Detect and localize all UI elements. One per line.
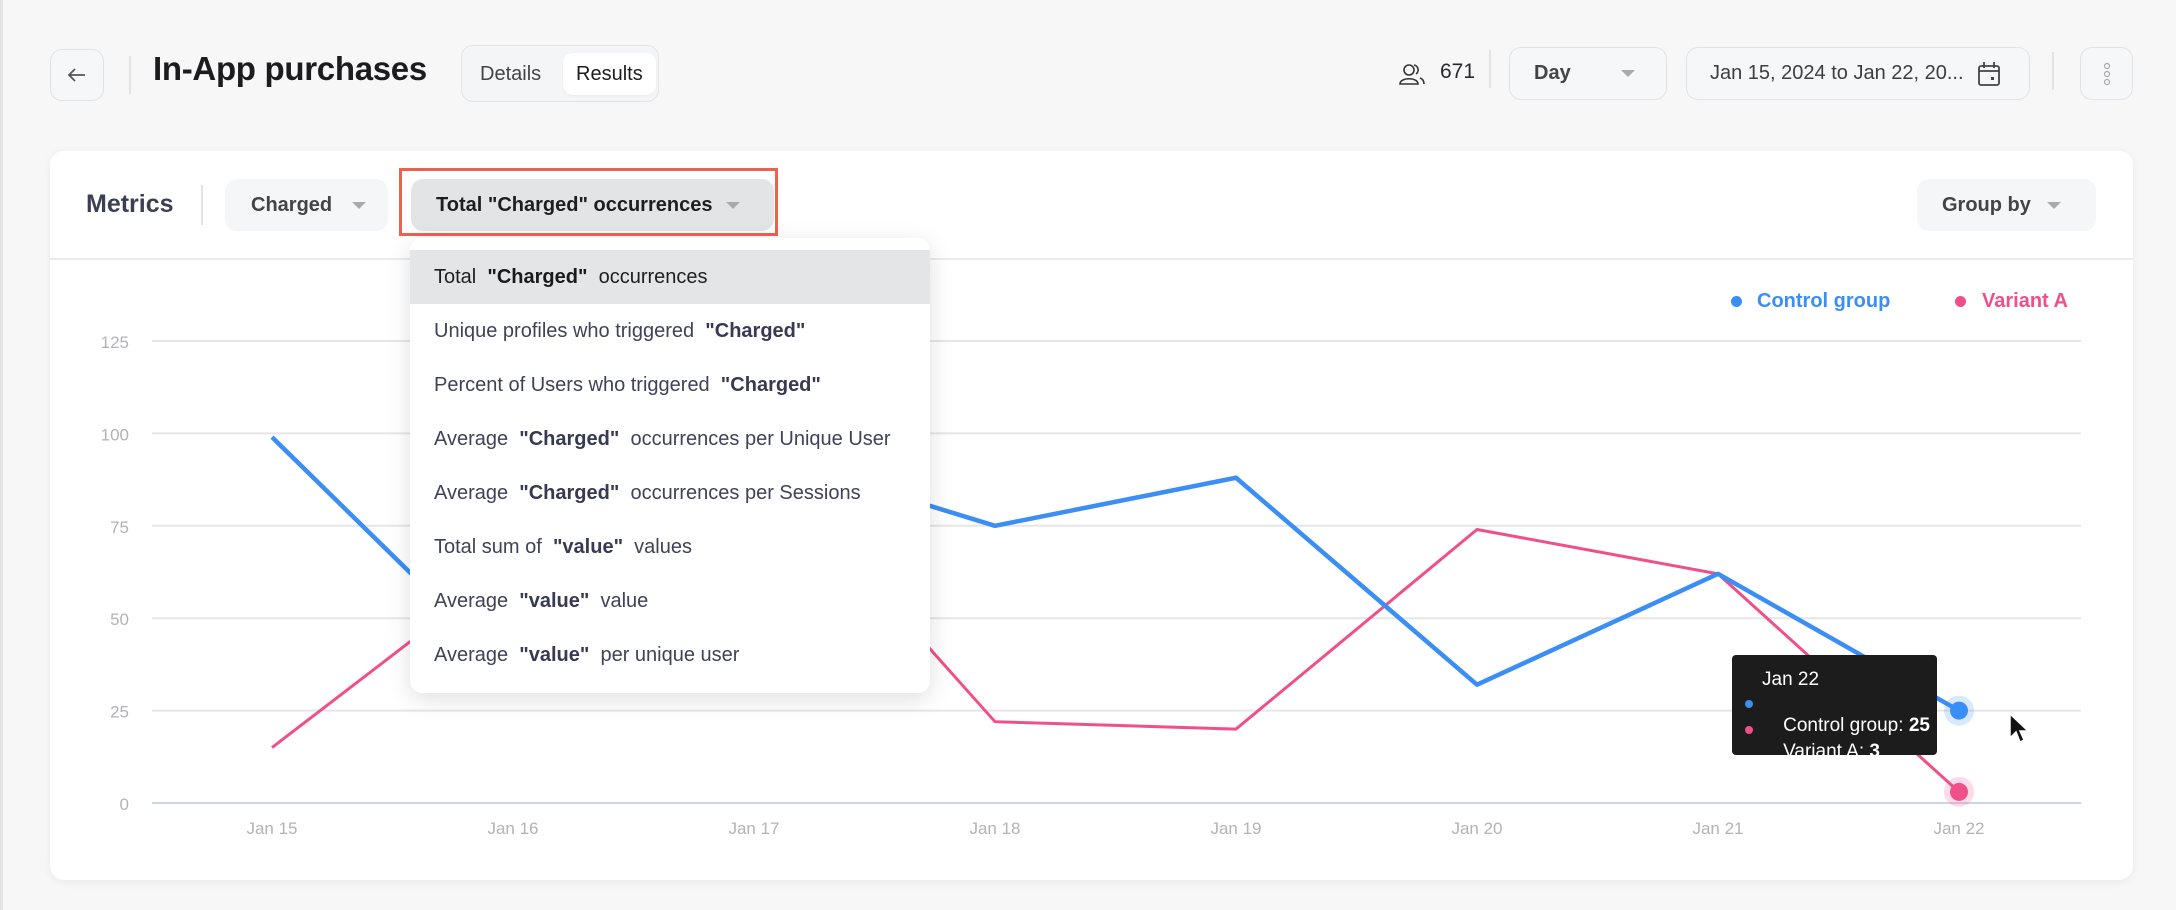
menu-item-text: Total xyxy=(434,266,488,288)
menu-item[interactable]: Total "Charged" occurrences xyxy=(410,250,930,304)
menu-item[interactable]: Average "value" value xyxy=(410,574,930,628)
menu-item-text: occurrences xyxy=(587,266,708,288)
menu-item-text: Percent of Users who triggered xyxy=(434,374,721,396)
x-tick-label: Jan 17 xyxy=(728,819,779,838)
menu-item-keyword: "Charged" xyxy=(519,428,620,450)
tooltip-dot-control xyxy=(1745,700,1753,708)
menu-item-text: value xyxy=(589,590,649,612)
data-point-control xyxy=(1950,701,1968,720)
menu-item-text: values xyxy=(623,536,692,558)
x-tick-label: Jan 18 xyxy=(969,819,1020,838)
menu-item-text: Total sum of xyxy=(434,536,553,558)
menu-item-keyword: "value" xyxy=(519,590,590,612)
menu-item-keyword: "Charged" xyxy=(519,482,620,504)
x-tick-label: Jan 20 xyxy=(1451,819,1502,838)
y-tick-label: 100 xyxy=(101,425,129,444)
menu-item-text: Average xyxy=(434,482,520,504)
tooltip-date: Jan 22 xyxy=(1762,669,1820,690)
menu-item-text: occurrences per Unique User xyxy=(619,428,891,450)
data-point-variant xyxy=(1950,782,1968,801)
menu-item[interactable]: Percent of Users who triggered "Charged" xyxy=(410,358,930,412)
menu-item[interactable]: Average "Charged" occurrences per Sessio… xyxy=(410,466,930,520)
tooltip-label: Variant A: xyxy=(1783,741,1870,762)
menu-item-text: Unique profiles who triggered xyxy=(434,320,706,342)
y-tick-label: 50 xyxy=(110,610,129,629)
menu-item-text: Average xyxy=(434,590,520,612)
tooltip-row-variant: Variant A: 3 xyxy=(1762,719,1880,785)
chart-tooltip: Jan 22 Control group: 25 Variant A: 3 xyxy=(1732,655,1937,762)
y-tick-label: 125 xyxy=(101,333,129,352)
menu-item-text: Average xyxy=(434,428,520,450)
menu-item[interactable]: Average "Charged" occurrences per Unique… xyxy=(410,412,930,466)
y-tick-label: 25 xyxy=(110,703,129,722)
menu-item-keyword: "value" xyxy=(552,536,624,558)
y-tick-label: 0 xyxy=(120,795,129,814)
x-tick-label: Jan 15 xyxy=(246,819,297,838)
menu-item-keyword: "value" xyxy=(519,644,590,666)
tooltip-value: 3 xyxy=(1869,741,1880,762)
tooltip-dot-variant xyxy=(1745,726,1753,734)
x-tick-label: Jan 21 xyxy=(1692,819,1743,838)
menu-item-text: Average xyxy=(434,644,520,666)
menu-item-keyword: "Charged" xyxy=(720,374,821,396)
menu-item[interactable]: Unique profiles who triggered "Charged" xyxy=(410,304,930,358)
menu-item-text: per unique user xyxy=(589,644,740,666)
x-tick-label: Jan 19 xyxy=(1210,819,1261,838)
x-tick-label: Jan 16 xyxy=(487,819,538,838)
menu-item[interactable]: Total sum of "value" values xyxy=(410,520,930,574)
tooltip-value: 25 xyxy=(1908,715,1930,736)
x-tick-label: Jan 22 xyxy=(1933,819,1984,838)
y-tick-label: 75 xyxy=(110,518,129,537)
mouse-cursor-icon xyxy=(2009,712,2030,744)
menu-item-keyword: "Charged" xyxy=(487,266,588,288)
menu-item-text: occurrences per Sessions xyxy=(619,482,861,504)
measure-dropdown-menu: Total "Charged" occurrences Unique profil… xyxy=(410,238,930,693)
menu-item[interactable]: Average "value" per unique user xyxy=(410,628,930,682)
menu-item-keyword: "Charged" xyxy=(705,320,806,342)
